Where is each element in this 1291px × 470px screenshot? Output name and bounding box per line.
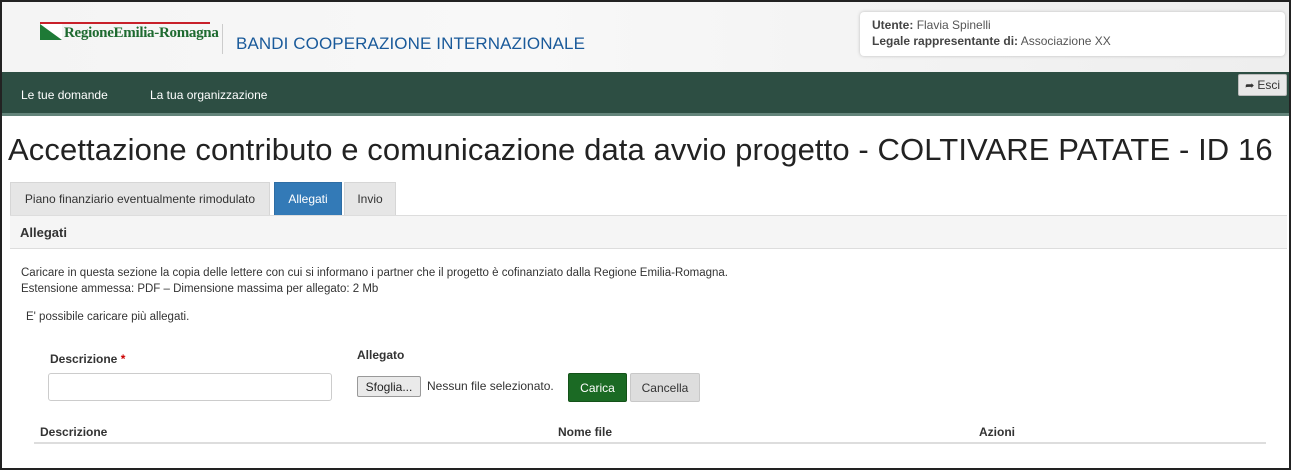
nav-item-la-tua-organizzazione[interactable]: La tua organizzazione (150, 88, 267, 102)
legal-rep-label: Legale rappresentante di: (872, 34, 1019, 48)
attachment-label: Allegato (357, 348, 405, 362)
exit-button[interactable]: ➦ Esci (1238, 74, 1287, 96)
exit-label: Esci (1257, 78, 1280, 92)
app-title[interactable]: BANDI COOPERAZIONE INTERNAZIONALE (236, 34, 585, 54)
sign-out-icon: ➦ (1245, 79, 1255, 92)
header: RegioneEmilia-Romagna BANDI COOPERAZIONE… (2, 2, 1289, 72)
browse-file-button[interactable]: Sfoglia... (357, 376, 421, 397)
tab-allegati[interactable]: Allegati (274, 182, 342, 215)
user-name: Flavia Spinelli (916, 18, 991, 32)
column-header-azioni: Azioni (979, 425, 1015, 439)
section-header: Allegati (10, 215, 1287, 249)
upload-button[interactable]: Carica (568, 373, 627, 402)
description-field-label: Descrizione * (50, 352, 125, 366)
app-window: RegioneEmilia-Romagna BANDI COOPERAZIONE… (0, 0, 1291, 470)
column-header-nome-file: Nome file (558, 425, 613, 439)
description-line-2: Estensione ammessa: PDF – Dimensione mas… (21, 283, 379, 295)
table-header-divider (34, 442, 1266, 444)
required-asterisk: * (120, 352, 126, 366)
nav-item-le-tue-domande[interactable]: Le tue domande (21, 88, 108, 102)
multiple-attachments-note: E' possibile caricare più allegati. (26, 311, 190, 323)
cancel-button[interactable]: Cancella (630, 373, 700, 402)
description-input[interactable] (48, 373, 332, 401)
header-divider (222, 24, 223, 54)
user-info-box: Utente: Flavia Spinelli Legale rappresen… (860, 12, 1285, 56)
user-label: Utente: (872, 18, 914, 32)
no-file-selected-text: Nessun file selezionato. (427, 379, 554, 393)
legal-rep-value: Associazione XX (1020, 34, 1111, 48)
column-header-descrizione: Descrizione (40, 425, 108, 439)
logo[interactable]: RegioneEmilia-Romagna (40, 24, 219, 42)
tab-invio[interactable]: Invio (344, 182, 396, 215)
region-flag-icon (40, 24, 62, 42)
description-label-text: Descrizione (50, 352, 118, 366)
section-description: Caricare in questa sezione la copia dell… (21, 265, 728, 297)
description-line-1: Caricare in questa sezione la copia dell… (21, 267, 729, 279)
main-navbar: Le tue domande La tua organizzazione ➦ E… (2, 72, 1289, 116)
logo-text: RegioneEmilia-Romagna (64, 24, 219, 41)
page-title: Accettazione contributo e comunicazione … (8, 132, 1273, 167)
tab-piano-finanziario[interactable]: Piano finanziario eventualmente rimodula… (10, 182, 270, 215)
